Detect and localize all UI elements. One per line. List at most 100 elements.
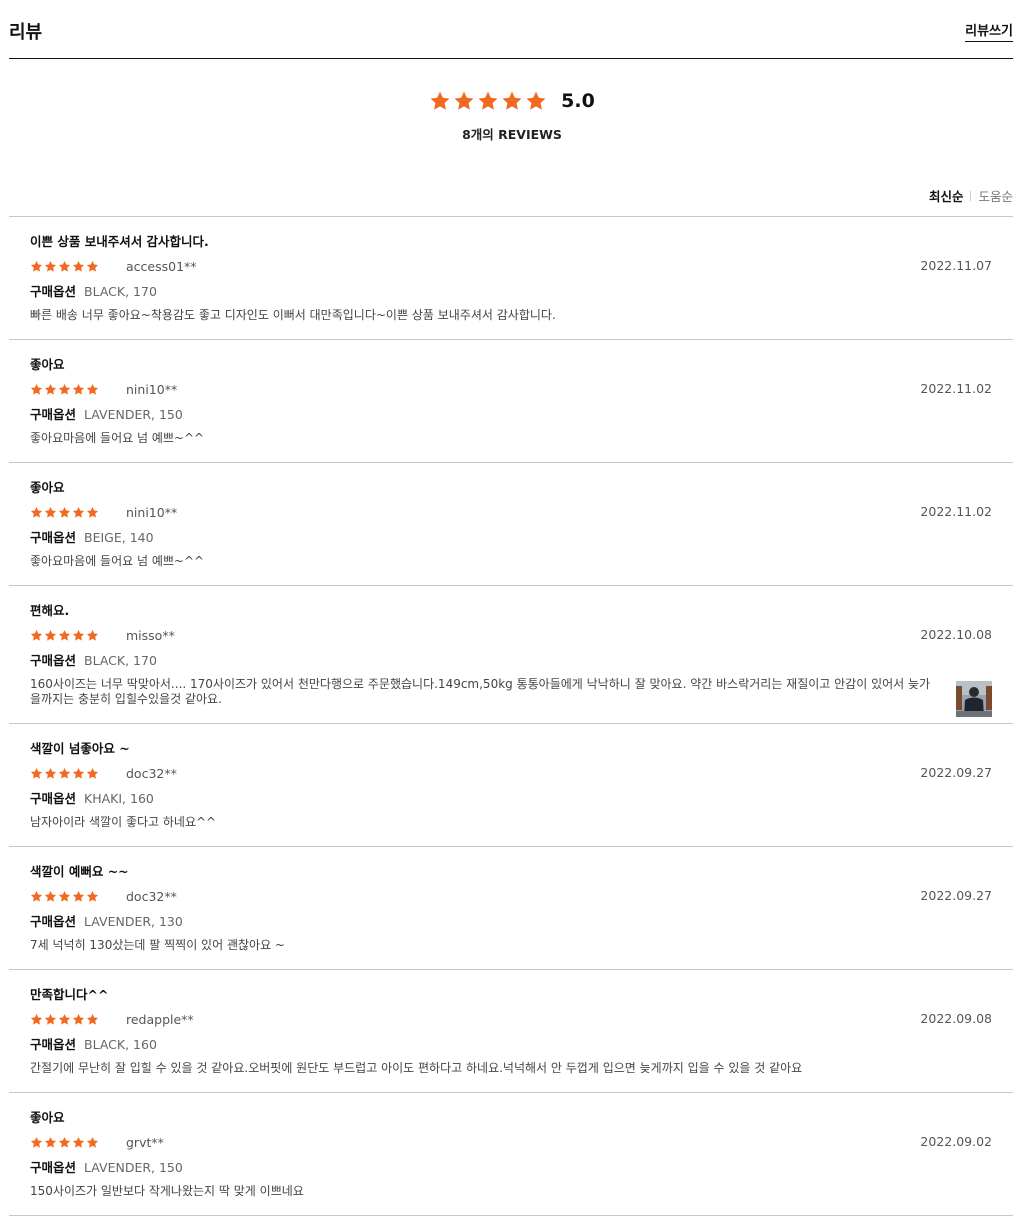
- review-body: 간절기에 무난히 잘 입힐 수 있을 것 같아요.오버핏에 원단도 부드럽고 아…: [30, 1061, 803, 1075]
- review-rating-stars: [30, 383, 99, 396]
- star-icon: [58, 767, 71, 779]
- average-score: 5.0: [561, 90, 595, 112]
- star-icon: [86, 767, 99, 779]
- review-meta: grvt** 2022.09.02: [30, 1134, 992, 1150]
- review-date: 2022.11.02: [920, 504, 992, 519]
- star-icon: [58, 260, 71, 272]
- star-icon: [72, 260, 85, 272]
- star-icon: [44, 383, 57, 395]
- review-item: 색깔이 예뻐요 ~~ doc32** 2022.09.27 구매옵션 LAVENDER,…: [9, 847, 1013, 970]
- review-body: 150사이즈가 일반보다 작게나왔는지 딱 맞게 이쁘네요: [30, 1184, 304, 1198]
- purchase-option-label: 구매옵션: [30, 530, 77, 545]
- review-title: 이쁜 상품 보내주셔서 감사합니다.: [30, 234, 209, 249]
- review-body: 좋아요마음에 들어요 넘 예쁘~^^: [30, 554, 205, 568]
- review-meta: access01** 2022.11.07: [30, 258, 992, 274]
- review-count: 8개의 REVIEWS: [462, 127, 562, 142]
- review-author: misso**: [126, 627, 175, 643]
- purchase-option-label: 구매옵션: [30, 407, 77, 422]
- review-rating-stars: [30, 767, 99, 780]
- star-icon: [44, 767, 57, 779]
- review-body: 7세 넉넉히 130샀는데 팔 찍찍이 있어 괜찮아요 ~: [30, 938, 285, 952]
- review-item: 이쁜 상품 보내주셔서 감사합니다. access01** 2022.11.07 구매…: [9, 217, 1013, 340]
- purchase-option-label: 구매옵션: [30, 1037, 77, 1052]
- review-body: 빠른 배송 너무 좋아요~착용감도 좋고 디자인도 이뻐서 대만족입니다~이쁜 …: [30, 308, 556, 322]
- star-icon: [72, 1136, 85, 1148]
- review-meta: misso** 2022.10.08: [30, 627, 992, 643]
- review-date: 2022.11.02: [920, 381, 992, 396]
- review-title: 편해요.: [30, 603, 70, 618]
- star-icon: [86, 890, 99, 902]
- star-icon: [30, 506, 43, 518]
- review-author: grvt**: [126, 1134, 164, 1150]
- purchase-option-label: 구매옵션: [30, 653, 77, 668]
- review-photo-thumbnail[interactable]: [956, 681, 992, 717]
- star-icon: [58, 383, 71, 395]
- purchase-option-value: BLACK, 170: [84, 653, 157, 668]
- purchase-option-label: 구매옵션: [30, 791, 77, 806]
- review-author: access01**: [126, 258, 197, 274]
- purchase-option: 구매옵션 LAVENDER, 150: [30, 407, 992, 423]
- star-icon: [44, 1136, 57, 1148]
- sort-divider: [970, 190, 972, 201]
- star-icon: [30, 1013, 43, 1025]
- star-icon: [72, 629, 85, 641]
- review-meta: doc32** 2022.09.27: [30, 765, 992, 781]
- review-date: 2022.09.27: [920, 765, 992, 780]
- sort-options: 최신순 도움순: [929, 186, 1013, 205]
- star-icon: [526, 91, 546, 110]
- review-date: 2022.09.02: [920, 1134, 992, 1149]
- purchase-option: 구매옵션 BLACK, 170: [30, 653, 992, 669]
- review-title: 만족합니다^^: [30, 987, 109, 1002]
- sort-helpful[interactable]: 도움순: [978, 186, 1013, 205]
- star-icon: [72, 506, 85, 518]
- review-author: doc32**: [126, 765, 177, 781]
- purchase-option: 구매옵션 BEIGE, 140: [30, 530, 992, 546]
- star-icon: [478, 91, 498, 110]
- purchase-option-label: 구매옵션: [30, 284, 77, 299]
- review-title: 색깔이 넘좋아요 ~: [30, 741, 130, 756]
- star-icon: [30, 767, 43, 779]
- star-icon: [86, 1013, 99, 1025]
- star-icon: [30, 629, 43, 641]
- write-review-link[interactable]: 리뷰쓰기: [965, 20, 1013, 42]
- star-icon: [86, 1136, 99, 1148]
- review-title: 색깔이 예뻐요 ~~: [30, 864, 129, 879]
- star-icon: [86, 629, 99, 641]
- review-meta: redapple** 2022.09.08: [30, 1011, 992, 1027]
- star-icon: [454, 91, 474, 110]
- review-body: 남자아이라 색깔이 좋다고 하네요^^: [30, 815, 217, 829]
- sort-latest[interactable]: 최신순: [929, 186, 964, 205]
- star-icon: [86, 506, 99, 518]
- review-item: 색깔이 넘좋아요 ~ doc32** 2022.09.27 구매옵션 KHAKI, 16…: [9, 724, 1013, 847]
- review-list: 이쁜 상품 보내주셔서 감사합니다. access01** 2022.11.07 구매…: [9, 216, 1013, 1216]
- star-icon: [430, 91, 450, 110]
- purchase-option-value: LAVENDER, 150: [84, 407, 183, 422]
- purchase-option-value: BLACK, 170: [84, 284, 157, 299]
- review-body: 좋아요마음에 들어요 넘 예쁘~^^: [30, 431, 205, 445]
- review-author: nini10**: [126, 504, 178, 520]
- star-icon: [30, 383, 43, 395]
- review-item: 좋아요 nini10** 2022.11.02 구매옵션 LAVENDER, 150 좋아…: [9, 340, 1013, 463]
- purchase-option: 구매옵션 BLACK, 170: [30, 284, 992, 300]
- star-icon: [72, 383, 85, 395]
- star-icon: [72, 1013, 85, 1025]
- review-author: nini10**: [126, 381, 178, 397]
- star-icon: [30, 1136, 43, 1148]
- review-title: 좋아요: [30, 480, 65, 495]
- purchase-option-value: BEIGE, 140: [84, 530, 154, 545]
- star-icon: [72, 767, 85, 779]
- star-icon: [86, 260, 99, 272]
- review-item: 편해요. misso** 2022.10.08 구매옵션 BLACK, 170 160사이…: [9, 586, 1013, 724]
- purchase-option-value: BLACK, 160: [84, 1037, 157, 1052]
- review-meta: nini10** 2022.11.02: [30, 504, 992, 520]
- review-item: 좋아요 grvt** 2022.09.02 구매옵션 LAVENDER, 150 150사…: [9, 1093, 1013, 1216]
- rating-summary: 5.0 8개의 REVIEWS: [0, 90, 1024, 143]
- review-date: 2022.11.07: [920, 258, 992, 273]
- review-rating-stars: [30, 1013, 99, 1026]
- purchase-option-label: 구매옵션: [30, 1160, 77, 1175]
- review-rating-stars: [30, 890, 99, 903]
- purchase-option: 구매옵션 LAVENDER, 150: [30, 1160, 992, 1176]
- review-date: 2022.10.08: [920, 627, 992, 642]
- star-icon: [502, 91, 522, 110]
- star-icon: [58, 629, 71, 641]
